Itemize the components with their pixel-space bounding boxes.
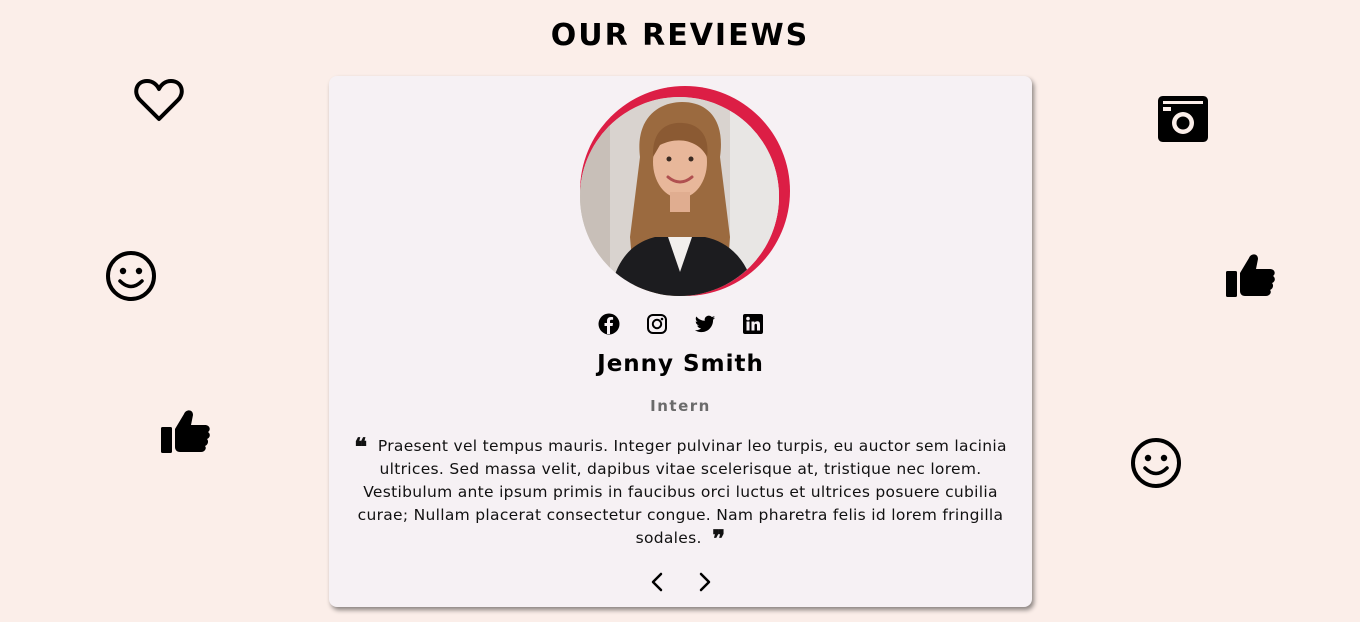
linkedin-icon[interactable]	[742, 313, 764, 335]
social-links	[329, 313, 1032, 335]
heart-icon	[134, 79, 184, 121]
review-quote: ❝ Praesent vel tempus mauris. Integer pu…	[337, 432, 1024, 553]
thumbs-up-icon	[161, 410, 210, 453]
chevron-right-icon[interactable]	[692, 570, 716, 594]
reviewer-role: Intern	[650, 397, 711, 415]
reviewer-name: Jenny Smith	[597, 351, 764, 377]
profile-photo	[580, 97, 779, 296]
thumbs-up-icon	[1226, 254, 1275, 297]
chevron-left-icon[interactable]	[646, 570, 670, 594]
section-title: OUR REVIEWS	[550, 18, 810, 53]
camera-icon	[1158, 96, 1208, 142]
review-card: Jenny Smith Intern ❝ Praesent vel tempus…	[329, 76, 1032, 607]
instagram-icon[interactable]	[646, 313, 668, 335]
quote-close-icon: ❞	[712, 524, 726, 553]
review-text: Praesent vel tempus mauris. Integer pulv…	[357, 437, 1007, 547]
review-navigation	[329, 570, 1032, 594]
twitter-icon[interactable]	[694, 313, 716, 335]
smile-icon	[106, 251, 156, 301]
quote-open-icon: ❝	[354, 432, 368, 461]
smile-icon	[1131, 438, 1181, 488]
avatar	[580, 97, 779, 296]
facebook-icon[interactable]	[598, 313, 620, 335]
